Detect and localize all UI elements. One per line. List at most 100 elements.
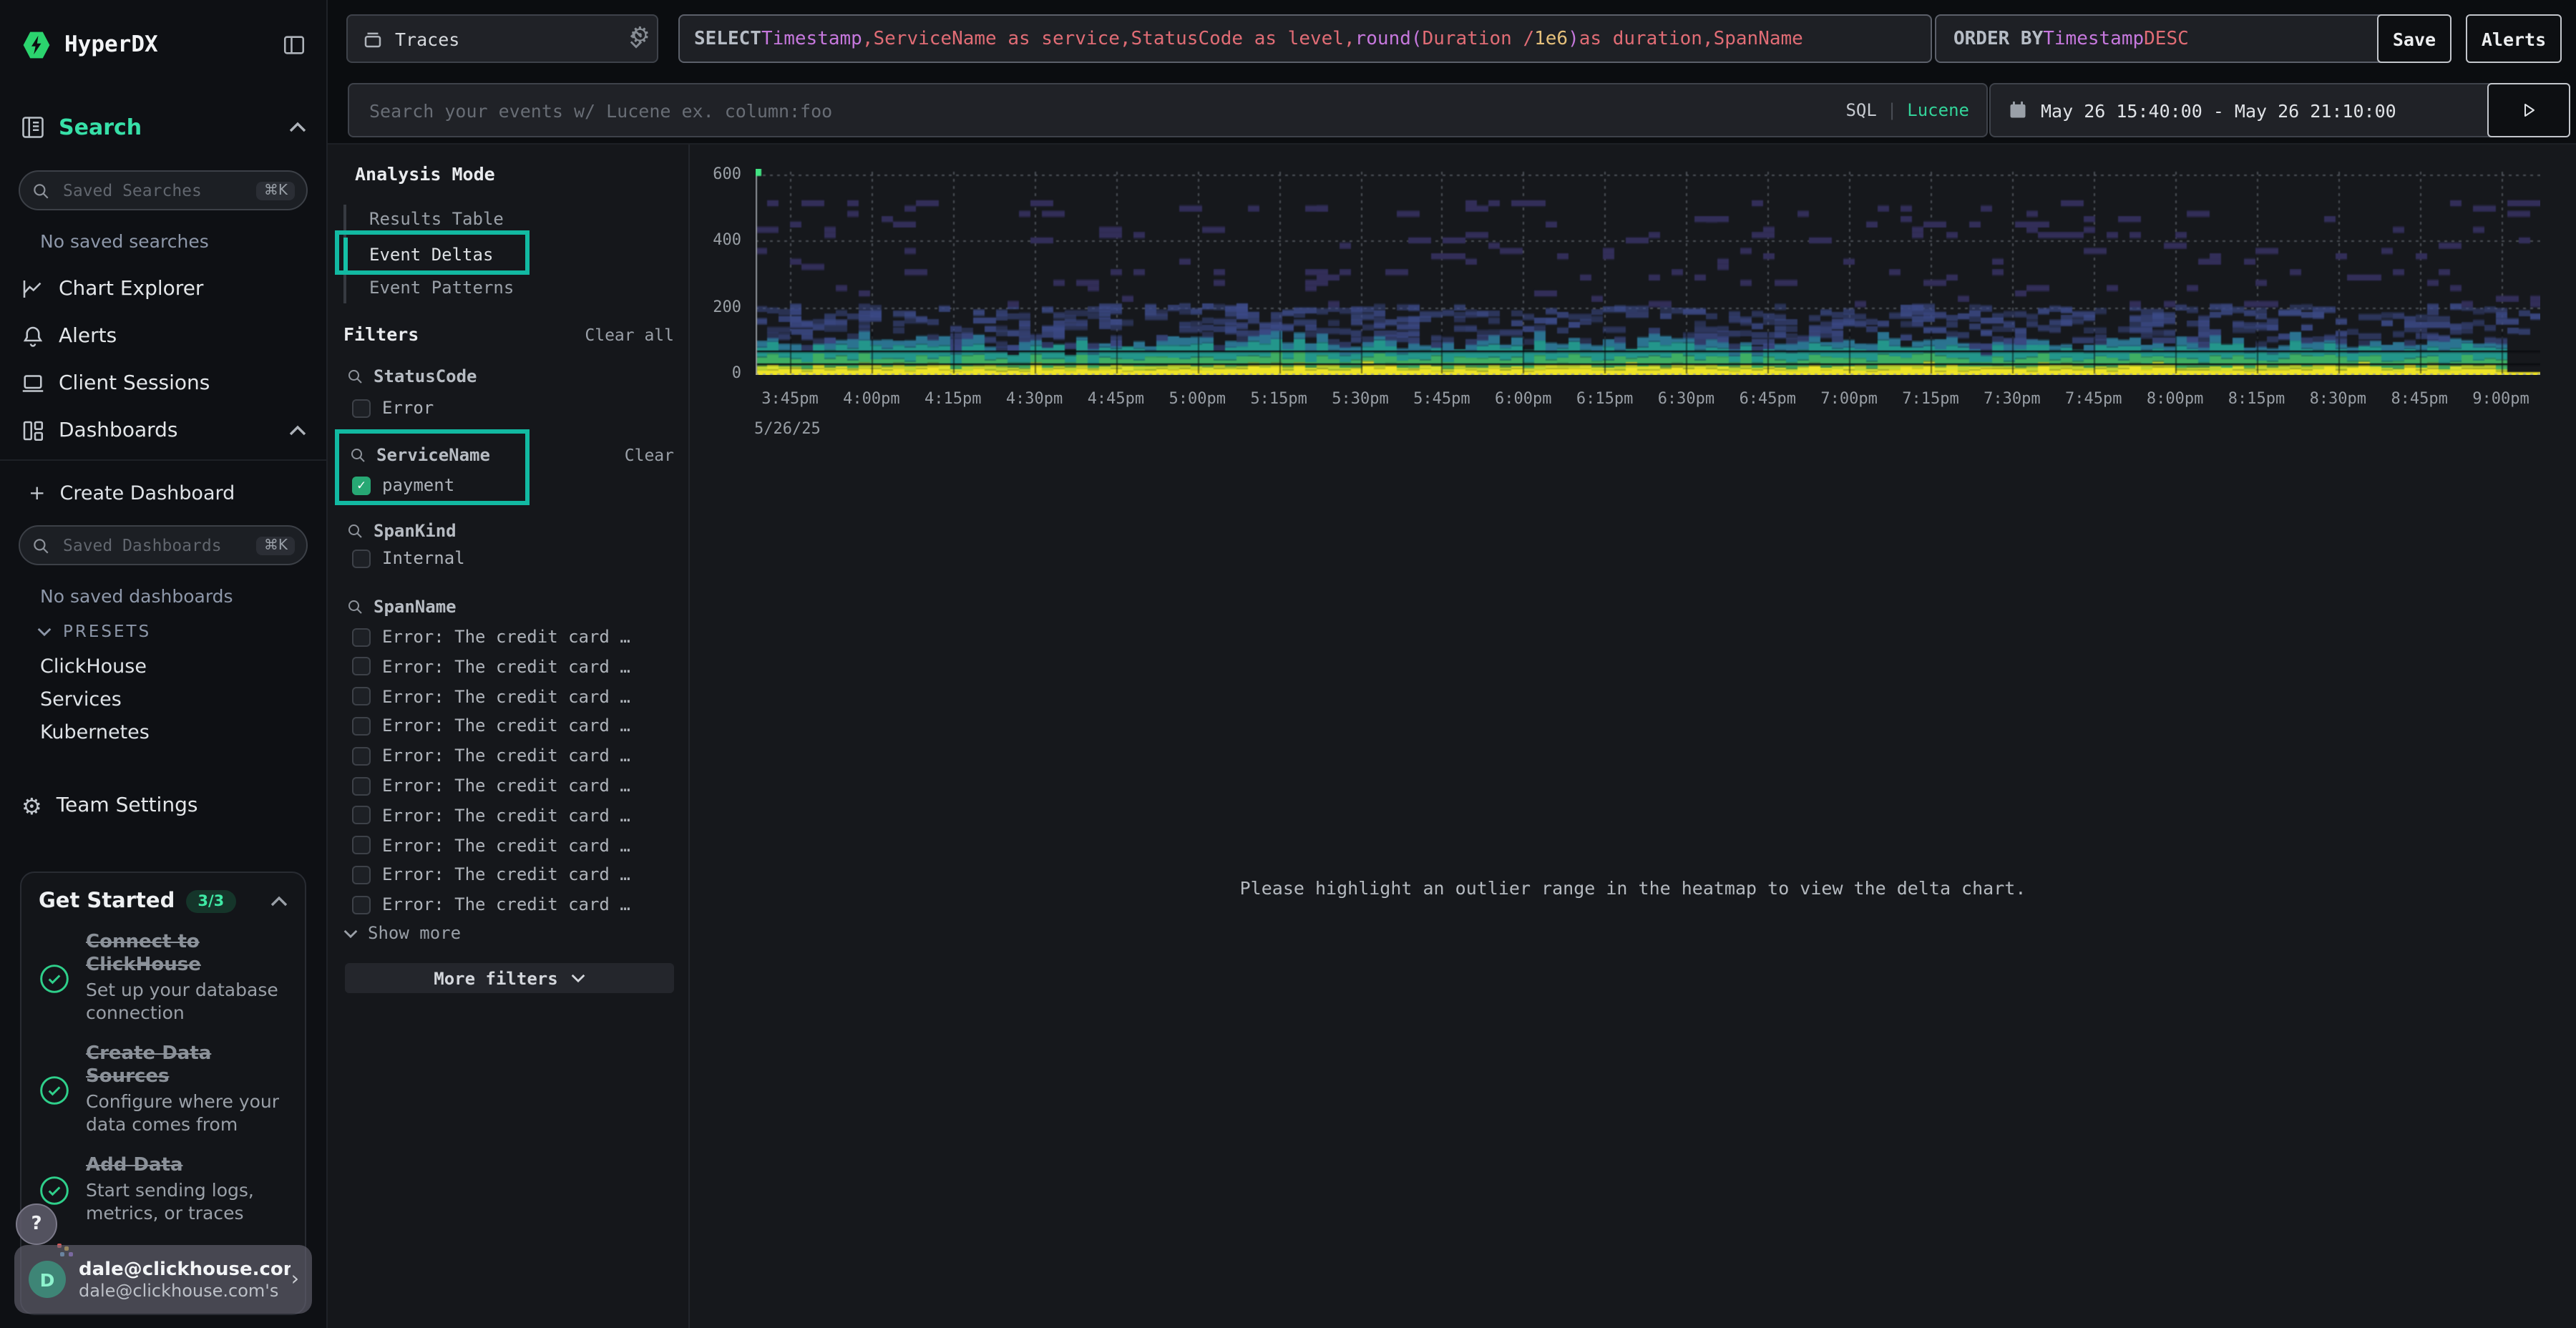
search-section-icon [20, 114, 46, 140]
source-settings-gear-icon[interactable]: ⚙ [630, 21, 650, 49]
sidebar-item-chart-explorer[interactable]: Chart Explorer [0, 269, 326, 309]
filter-option-spanname-0[interactable]: Error: The credit card … [352, 627, 630, 647]
filter-option-label: Error: The credit card … [382, 746, 630, 766]
sql-token: DESC [2144, 28, 2189, 49]
search-icon [346, 598, 364, 615]
filter-option-spanname-2[interactable]: Error: The credit card … [352, 686, 630, 706]
checkbox-unchecked[interactable] [352, 549, 371, 567]
y-axis-tick: 600 [687, 165, 741, 183]
brand-name: HyperDX [64, 31, 158, 57]
sql-token: as duration [1579, 28, 1702, 49]
date-range-picker[interactable]: May 26 15:40:00 - May 26 21:10:00 [1989, 83, 2506, 137]
sql-orderby-input[interactable]: ORDER BY Timestamp DESC [1935, 14, 2393, 63]
filter-option-spanname-5[interactable]: Error: The credit card … [352, 776, 630, 796]
language-toggle-lucene[interactable]: Lucene [1907, 100, 1969, 120]
x-axis-tick: 4:45pm [1070, 389, 1161, 408]
sidebar-item-dashboards[interactable]: Dashboards [0, 411, 326, 451]
more-filters-button[interactable]: More filters [345, 963, 674, 993]
saved-searches-input[interactable] [60, 179, 257, 202]
sidebar-item-search[interactable]: Search [0, 107, 326, 147]
x-axis-tick: 9:00pm [2455, 389, 2547, 408]
saved-dashboards-input[interactable] [60, 534, 257, 557]
user-menu[interactable]: D dale@clickhouse.com dale@clickhouse.co… [14, 1245, 312, 1314]
checkbox-unchecked[interactable] [352, 895, 371, 914]
filter-option-spanname-3[interactable]: Error: The credit card … [352, 716, 630, 736]
filter-option-spanname-6[interactable]: Error: The credit card … [352, 806, 630, 826]
preset-services[interactable]: Services [40, 688, 122, 711]
filter-option-label: Error: The credit card … [382, 806, 630, 826]
get-started-step-add-data[interactable]: Add Data Start sending logs, metrics, or… [39, 1155, 288, 1225]
duration-heatmap-canvas[interactable] [756, 169, 2540, 375]
checkbox-unchecked[interactable] [352, 776, 371, 795]
checkbox-unchecked[interactable] [352, 746, 371, 765]
preset-kubernetes[interactable]: Kubernetes [40, 721, 150, 744]
search-input[interactable] [366, 98, 1834, 122]
sql-select-input[interactable]: SELECT Timestamp, ServiceName as service… [678, 14, 1932, 63]
checkbox-unchecked[interactable] [352, 399, 371, 417]
create-dashboard-button[interactable]: + Create Dashboard [0, 474, 326, 514]
clear-servicename-link[interactable]: Clear [615, 445, 674, 465]
more-filters-label: More filters [434, 968, 557, 988]
x-axis-tick: 8:30pm [2292, 389, 2384, 408]
filter-group-statuscode[interactable]: StatusCode [346, 366, 477, 386]
sql-token: 1e6 [1534, 28, 1568, 49]
step-title: Connect to ClickHouse [86, 932, 288, 977]
create-dashboard-label: Create Dashboard [59, 482, 235, 505]
save-button[interactable]: Save [2377, 14, 2451, 63]
filter-option-error[interactable]: Error [352, 398, 434, 418]
checkbox-unchecked[interactable] [352, 658, 371, 676]
check-circle-icon [39, 1074, 70, 1105]
language-toggle-sql[interactable]: SQL [1845, 100, 1876, 120]
get-started-header[interactable]: Get Started 3/3 [39, 890, 288, 913]
checkbox-unchecked[interactable] [352, 628, 371, 646]
collapse-sidebar-icon[interactable] [282, 32, 306, 57]
top-bar: Traces ⚙ SELECT Timestamp, ServiceName a… [326, 0, 2576, 145]
mode-results-table[interactable]: Results Table [369, 209, 504, 229]
team-settings-label: Team Settings [57, 794, 198, 817]
sql-token: , [1702, 28, 1714, 49]
sql-token: Timestamp [761, 28, 862, 49]
filter-option-internal[interactable]: Internal [352, 548, 465, 568]
filter-option-spanname-4[interactable]: Error: The credit card … [352, 746, 630, 766]
checkbox-unchecked[interactable] [352, 717, 371, 736]
avatar: D [29, 1261, 66, 1298]
sidebar-item-alerts[interactable]: Alerts [0, 316, 326, 356]
help-button[interactable]: ? [16, 1204, 57, 1245]
alerts-button[interactable]: Alerts [2466, 14, 2562, 63]
checkbox-unchecked[interactable] [352, 836, 371, 854]
preset-clickhouse[interactable]: ClickHouse [40, 655, 147, 678]
annotation-box-servicename [335, 429, 530, 505]
avatar-initial: D [40, 1269, 55, 1290]
filter-option-spanname-9[interactable]: Error: The credit card … [352, 894, 630, 914]
saved-searches-search[interactable]: ⌘K [19, 170, 308, 210]
help-label: ? [31, 1214, 42, 1235]
clear-all-link[interactable]: Clear all [584, 325, 674, 345]
checkbox-unchecked[interactable] [352, 806, 371, 825]
saved-dashboards-search[interactable]: ⌘K [19, 525, 308, 565]
checkbox-unchecked[interactable] [352, 687, 371, 706]
x-axis-tick: 7:45pm [2048, 389, 2140, 408]
source-select-value: Traces [395, 28, 459, 49]
filter-option-spanname-8[interactable]: Error: The credit card … [352, 865, 630, 885]
source-select[interactable]: Traces [346, 14, 658, 63]
sidebar-item-team-settings[interactable]: ⚙ Team Settings [0, 786, 326, 826]
sql-token: Duration / [1423, 28, 1535, 49]
checkbox-unchecked[interactable] [352, 866, 371, 884]
filter-option-spanname-1[interactable]: Error: The credit card … [352, 657, 630, 677]
search-icon [346, 522, 364, 540]
sidebar-item-client-sessions[interactable]: Client Sessions [0, 363, 326, 404]
step-description: Configure where your data comes from [86, 1090, 288, 1136]
data-source-icon [362, 28, 384, 49]
filter-option-spanname-7[interactable]: Error: The credit card … [352, 835, 630, 855]
get-started-step-connect[interactable]: Connect to ClickHouse Set up your databa… [39, 932, 288, 1025]
get-started-step-sources[interactable]: Create Data Sources Configure where your… [39, 1043, 288, 1136]
show-more-link[interactable]: Show more [343, 923, 461, 943]
bell-icon [20, 323, 46, 349]
filter-group-spankind[interactable]: SpanKind [346, 521, 457, 541]
presets-toggle[interactable]: PRESETS [37, 621, 151, 641]
sidebar: HyperDX Search ⌘K No saved searches [0, 0, 328, 1328]
run-query-button[interactable] [2487, 83, 2570, 137]
filter-group-spanname[interactable]: SpanName [346, 597, 457, 617]
mode-event-patterns[interactable]: Event Patterns [369, 278, 514, 298]
step-description: Set up your database connection [86, 979, 288, 1025]
